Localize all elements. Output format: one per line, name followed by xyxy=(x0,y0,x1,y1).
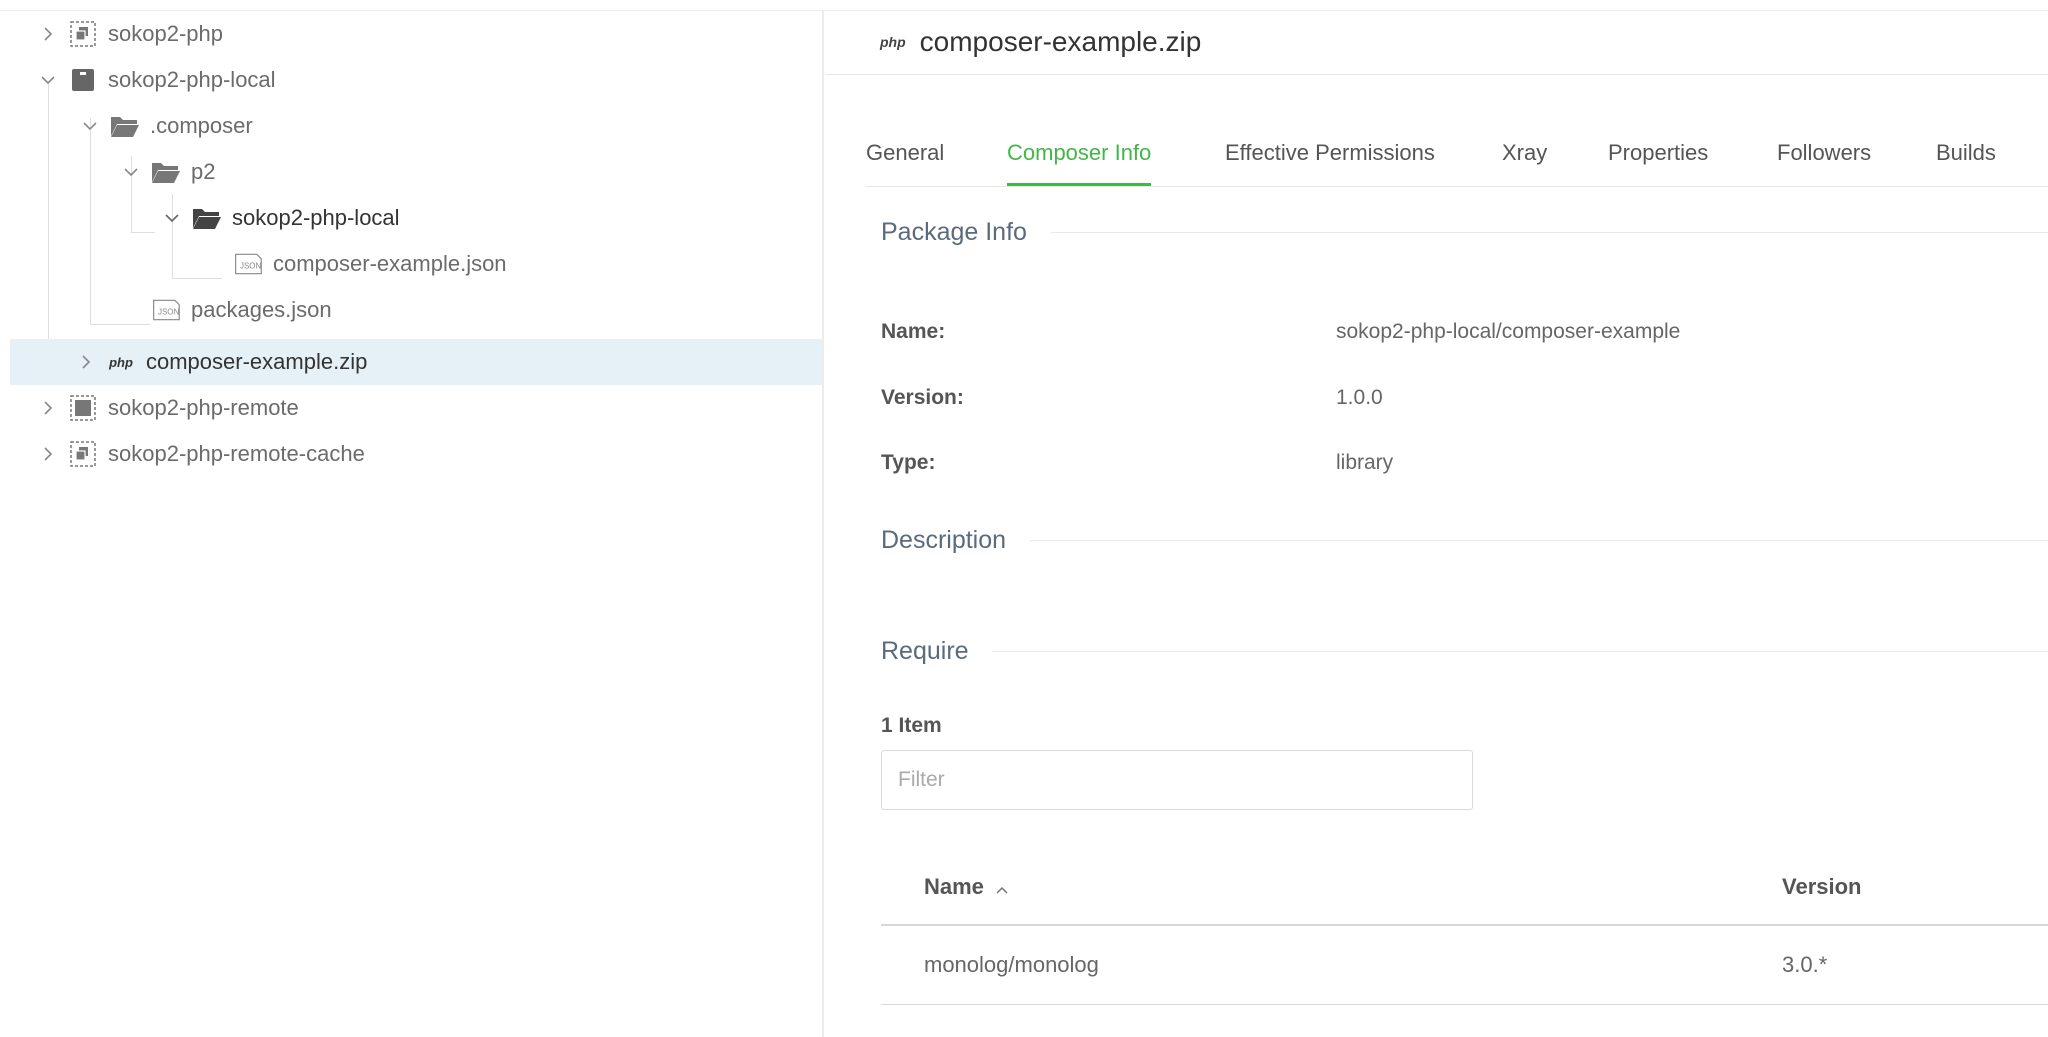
tree-item-label: sokop2-php-local xyxy=(232,205,400,230)
section-title: Package Info xyxy=(881,217,1027,246)
chevron-right-icon[interactable] xyxy=(38,398,58,418)
chevron-down-icon[interactable] xyxy=(38,70,58,90)
tree-item-sokop2-php-remote-cache[interactable]: sokop2-php-remote-cache xyxy=(10,431,822,477)
row-version-cell: 3.0.* xyxy=(1782,952,1828,977)
virtual-repo-icon xyxy=(68,441,98,467)
tree-item-label: composer-example.zip xyxy=(146,349,368,374)
tree-item-composer-folder[interactable]: .composer xyxy=(10,103,822,149)
section-divider xyxy=(1030,539,2048,541)
section-divider xyxy=(992,650,2048,652)
page-title: composer-example.zip xyxy=(919,26,1202,57)
folder-open-icon xyxy=(151,159,181,185)
tab-general[interactable]: General xyxy=(866,120,944,186)
chevron-down-icon[interactable] xyxy=(121,162,141,182)
svg-text:JSON: JSON xyxy=(240,261,261,270)
name-label: Name: xyxy=(881,320,946,343)
php-package-icon: php xyxy=(880,34,906,50)
tab-builds[interactable]: Builds xyxy=(1936,120,1996,186)
tab-properties[interactable]: Properties xyxy=(1608,120,1708,186)
tab-composer-info[interactable]: Composer Info xyxy=(1007,120,1152,186)
tree-item-sokop2-php-remote[interactable]: sokop2-php-remote xyxy=(10,385,822,431)
section-title: Description xyxy=(881,525,1007,554)
tree-item-label: sokop2-php-local xyxy=(108,67,276,92)
chevron-right-icon[interactable] xyxy=(76,352,96,372)
virtual-repo-icon xyxy=(68,21,98,47)
tree-item-p2-folder[interactable]: p2 xyxy=(10,149,822,195)
table-header: Name Version xyxy=(881,850,2048,926)
tree-item-label: composer-example.json xyxy=(273,251,507,276)
package-info-section: Package Info xyxy=(881,212,2048,252)
chevron-down-icon[interactable] xyxy=(162,208,182,228)
type-value: library xyxy=(1336,451,1394,474)
php-package-icon: php xyxy=(109,354,133,370)
chevron-down-icon[interactable] xyxy=(80,116,100,136)
section-title: Require xyxy=(881,636,969,665)
section-divider xyxy=(1050,231,2048,233)
folder-open-icon xyxy=(192,205,222,231)
version-label: Version: xyxy=(881,386,964,409)
sort-ascending-icon[interactable] xyxy=(996,874,1008,900)
filter-input[interactable] xyxy=(881,750,1473,810)
items-count: 1 Item xyxy=(881,714,942,737)
tree-item-sokop2-php-local[interactable]: sokop2-php-local xyxy=(10,57,822,103)
require-section: Require xyxy=(881,631,2048,671)
tab-followers[interactable]: Followers xyxy=(1777,120,1871,186)
tree-item-composer-example-json[interactable]: JSON composer-example.json xyxy=(10,241,822,287)
tree-item-label: packages.json xyxy=(191,297,332,322)
repository-tree: sokop2-php sokop2-php-local .composer p2 xyxy=(10,10,824,1037)
table-row[interactable]: monolog/monolog 3.0.* xyxy=(881,926,2048,1005)
folder-open-icon xyxy=(110,113,140,139)
json-file-icon: JSON xyxy=(151,297,181,323)
chevron-right-icon[interactable] xyxy=(38,24,58,44)
tree-item-label: sokop2-php-remote xyxy=(108,395,299,420)
tree-item-label: sokop2-php xyxy=(108,21,223,46)
json-file-icon: JSON xyxy=(233,251,263,277)
tree-item-composer-example-zip[interactable]: php composer-example.zip xyxy=(10,339,822,385)
tab-xray[interactable]: Xray xyxy=(1502,120,1547,186)
tree-item-label: sokop2-php-remote-cache xyxy=(108,441,365,466)
tree-item-label: .composer xyxy=(150,113,253,138)
row-name-cell: monolog/monolog xyxy=(924,952,1099,977)
column-header-version[interactable]: Version xyxy=(1782,850,1861,924)
details-header: php composer-example.zip xyxy=(826,10,2048,75)
tree-item-sokop2-php-local-folder[interactable]: sokop2-php-local xyxy=(10,195,822,241)
local-repo-icon xyxy=(68,67,98,93)
require-table: Name Version monolog/monolog 3.0.* xyxy=(881,850,2048,1005)
tree-item-packages-json[interactable]: JSON packages.json xyxy=(10,287,822,333)
tree-item-label: p2 xyxy=(191,159,216,184)
tab-bar: General Composer Info Effective Permissi… xyxy=(866,120,2048,187)
name-value: sokop2-php-local/composer-example xyxy=(1336,320,1681,343)
tab-effective-permissions[interactable]: Effective Permissions xyxy=(1225,120,1435,186)
description-section: Description xyxy=(881,520,2048,560)
chevron-right-icon[interactable] xyxy=(38,444,58,464)
type-label: Type: xyxy=(881,451,936,474)
details-panel: php composer-example.zip General Compose… xyxy=(826,10,2048,1037)
column-header-name[interactable]: Name xyxy=(924,850,1008,924)
tree-item-sokop2-php[interactable]: sokop2-php xyxy=(10,11,822,57)
svg-text:JSON: JSON xyxy=(158,307,179,316)
remote-repo-icon xyxy=(68,395,98,421)
version-value: 1.0.0 xyxy=(1336,386,1383,409)
